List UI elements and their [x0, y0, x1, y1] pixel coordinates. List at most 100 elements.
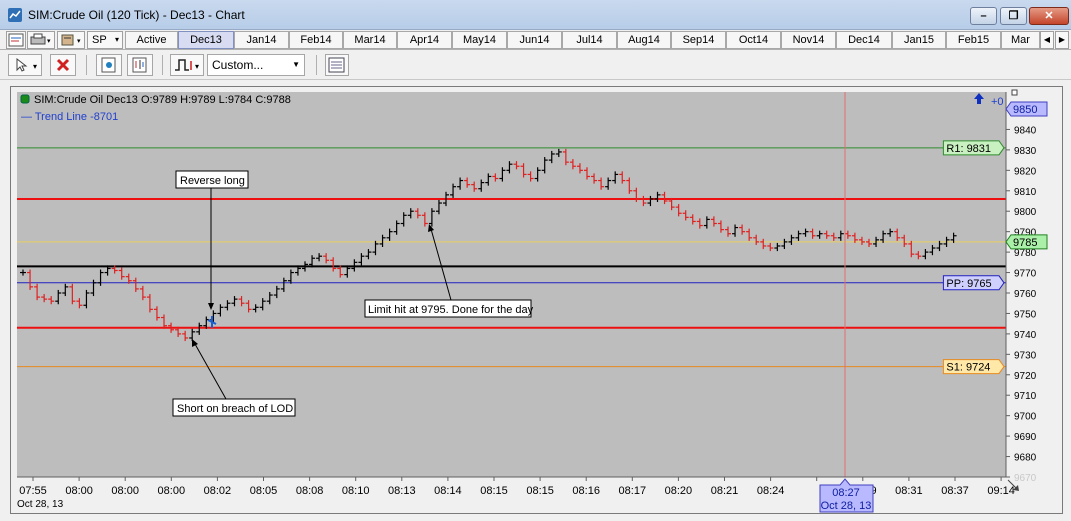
time-tick-label: 08:00 — [111, 485, 139, 497]
tab-aug14[interactable]: Aug14 — [617, 31, 671, 49]
tab-sep14[interactable]: Sep14 — [671, 31, 726, 49]
time-tick-label: 08:31 — [895, 485, 923, 497]
chart-panel[interactable]: SIM:Crude Oil Dec13 O:9789 H:9789 L:9784… — [10, 86, 1063, 514]
toolbar-separator — [162, 55, 163, 75]
cursor-tool-button[interactable]: ▾ — [8, 54, 42, 76]
annotation-short-breach-text: Short on breach of LOD — [177, 403, 293, 415]
price-tick-label: 9740 — [1014, 330, 1037, 341]
tab-feb14[interactable]: Feb14 — [289, 31, 343, 49]
price-tick-label: 9820 — [1014, 166, 1037, 177]
svg-text:R1: 9831: R1: 9831 — [946, 143, 991, 155]
chevron-left-icon: ◀ — [1043, 35, 1051, 44]
printer-icon: ▾ — [30, 33, 51, 45]
tab-nov14[interactable]: Nov14 — [781, 31, 836, 49]
time-tick-label: 08:05 — [250, 485, 278, 497]
time-tick-label: 08:00 — [65, 485, 93, 497]
price-tick-label: 9780 — [1014, 248, 1037, 259]
delete-x-icon — [56, 58, 70, 72]
tab-mar[interactable]: Mar — [1001, 31, 1040, 49]
price-tick-label: 9720 — [1014, 371, 1037, 382]
chart-header-ohlc: SIM:Crude Oil Dec13 O:9789 H:9789 L:9784… — [34, 94, 291, 106]
chart-app-icon — [8, 8, 22, 22]
close-button[interactable]: ✕ — [1029, 7, 1069, 25]
window-title: SIM:Crude Oil (120 Tick) - Dec13 - Chart — [28, 8, 245, 22]
tab-apr14[interactable]: Apr14 — [397, 31, 452, 49]
indicators-icon — [132, 57, 147, 73]
instrument-selector[interactable]: SP ▾ — [87, 31, 123, 49]
chart-properties-icon — [8, 33, 24, 47]
time-tick-label: 08:16 — [572, 485, 600, 497]
price-tick-label: 9680 — [1014, 453, 1037, 464]
chevron-down-icon: ▼ — [292, 60, 300, 69]
tab-feb15[interactable]: Feb15 — [946, 31, 1001, 49]
strategy-button[interactable] — [96, 54, 122, 76]
svg-text:S1: 9724: S1: 9724 — [946, 362, 990, 374]
svg-text:▾: ▾ — [77, 38, 81, 45]
plot-area[interactable] — [17, 92, 1006, 477]
data-series-icon: ▾ — [61, 34, 81, 46]
tab-jul14[interactable]: Jul14 — [562, 31, 617, 49]
time-tick-label: 08:02 — [204, 485, 232, 497]
tab-jan14[interactable]: Jan14 — [234, 31, 289, 49]
svg-text:PP: 9765: PP: 9765 — [946, 278, 991, 290]
tab-jan15[interactable]: Jan15 — [892, 31, 946, 49]
axis-lock-icon[interactable] — [1011, 89, 1018, 96]
time-tick-label: 08:13 — [388, 485, 416, 497]
time-tick-label: 08:37 — [941, 485, 969, 497]
tab-mar14[interactable]: Mar14 — [343, 31, 397, 49]
toolbar-separator — [86, 55, 87, 75]
position-indicator: +0 — [991, 96, 1004, 108]
bar-type-select[interactable]: Custom... ▼ — [207, 54, 305, 76]
print-button[interactable]: ▾ — [27, 31, 55, 49]
restore-button[interactable]: ❐ — [1000, 7, 1027, 25]
bar-type-value: Custom... — [212, 58, 264, 72]
time-tick-label: 08:14 — [434, 485, 462, 497]
annotation-limit-hit-text: Limit hit at 9795. Done for the day — [368, 304, 534, 316]
minimize-button[interactable]: – — [970, 7, 997, 25]
tab-active[interactable]: Active — [125, 31, 178, 49]
instrument-tab-row: ▾ ▾ SP ▾ Active Dec13 Jan14 Feb14 Mar14 Apr14… — [0, 30, 1071, 50]
trend-price-tag: 9850 — [1005, 101, 1048, 117]
price-chart[interactable]: SIM:Crude Oil Dec13 O:9789 H:9789 L:9784… — [11, 87, 1062, 513]
last-price-tag: 9785 — [1005, 234, 1048, 250]
price-tick-label: 9760 — [1014, 289, 1037, 300]
pivot-price-tag: PP: 9765 — [942, 275, 1005, 291]
trend-line-legend: — Trend Line -8701 — [21, 111, 118, 123]
price-tick-label: 9730 — [1014, 350, 1037, 361]
time-tick-label: 08:20 — [665, 485, 693, 497]
annotation-reverse-long-text: Reverse long — [180, 175, 245, 187]
price-tick-label: 9810 — [1014, 187, 1037, 198]
pivot-price-tag: S1: 9724 — [942, 359, 1005, 375]
price-tick-label: 9800 — [1014, 207, 1037, 218]
ohlc-bar-icon: ▾ — [175, 59, 199, 71]
price-tick-label: 9690 — [1014, 432, 1037, 443]
chevron-right-icon: ▶ — [1058, 35, 1066, 44]
cursor-arrow-icon: ▾ — [16, 57, 37, 72]
remove-drawing-button[interactable] — [50, 54, 76, 76]
tab-scroll-left[interactable]: ◀ — [1040, 31, 1054, 49]
tab-oct14[interactable]: Oct14 — [726, 31, 781, 49]
tab-dec14[interactable]: Dec14 — [836, 31, 892, 49]
price-tick-label: 9700 — [1014, 412, 1037, 423]
instrument-label: SP — [92, 34, 107, 46]
tab-may14[interactable]: May14 — [452, 31, 507, 49]
price-tick-label: 9750 — [1014, 309, 1037, 320]
toolbar-separator — [316, 55, 317, 75]
indicators-button[interactable] — [127, 54, 153, 76]
data-box-button[interactable] — [325, 54, 349, 76]
bar-style-button[interactable]: ▾ — [170, 54, 204, 76]
tab-jun14[interactable]: Jun14 — [507, 31, 562, 49]
pivot-price-tag: R1: 9831 — [942, 140, 1005, 156]
chevron-down-icon: ▾ — [114, 35, 119, 44]
chart-toolbar: ▾ ▾ Custom... ▼ — [0, 50, 1071, 80]
time-tick-label: 08:15 — [480, 485, 508, 497]
time-tick-label: 08:08 — [296, 485, 324, 497]
price-tick-label: 9710 — [1014, 391, 1037, 402]
time-tick-label: 08:21 — [711, 485, 739, 497]
svg-text:9850: 9850 — [1013, 104, 1037, 116]
tab-scroll-right[interactable]: ▶ — [1055, 31, 1069, 49]
tab-dec13[interactable]: Dec13 — [178, 31, 234, 49]
time-tick-label: 08:00 — [158, 485, 186, 497]
data-series-button[interactable]: ▾ — [57, 31, 85, 49]
chart-properties-button[interactable] — [6, 31, 26, 49]
